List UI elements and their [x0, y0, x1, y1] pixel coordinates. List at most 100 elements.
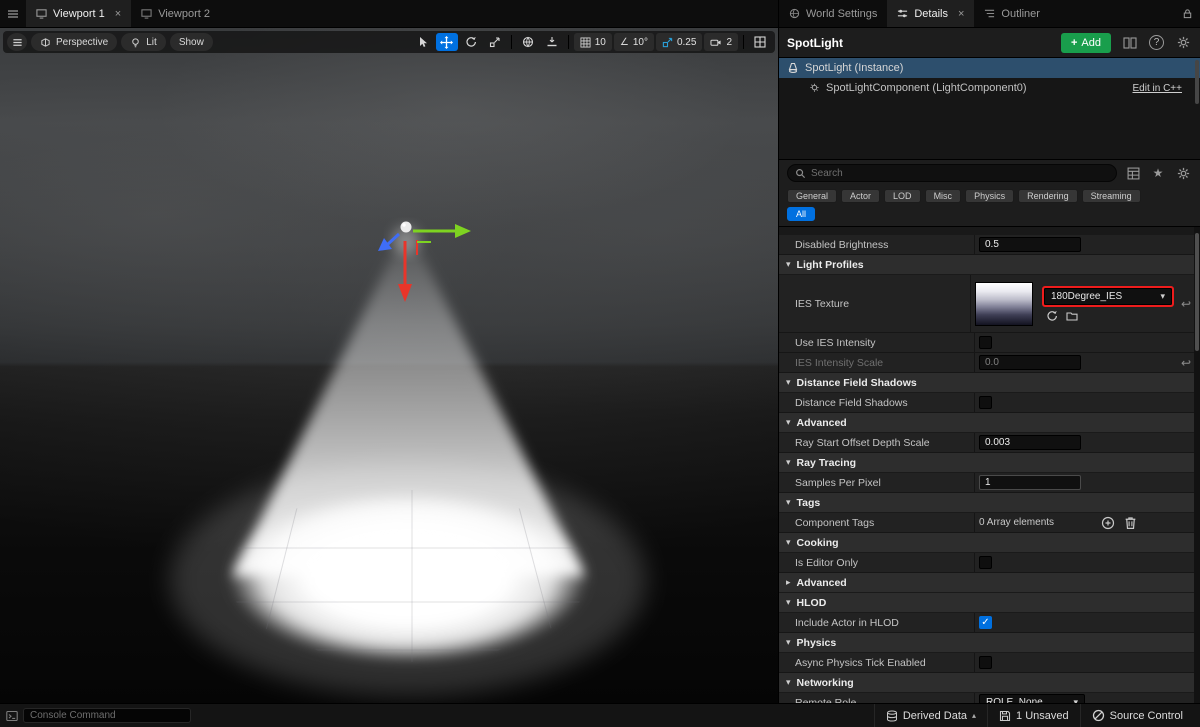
- surface-snap-button[interactable]: [541, 33, 563, 51]
- add-element-icon[interactable]: [1101, 516, 1115, 530]
- details-tabbar: World Settings Details × Outliner: [779, 0, 1200, 28]
- is-editor-only-checkbox[interactable]: ✓: [979, 556, 992, 569]
- filter-chip-rendering[interactable]: Rendering: [1018, 189, 1078, 203]
- unsaved-status[interactable]: 1 Unsaved: [987, 704, 1080, 727]
- camera-speed-value: 2: [726, 36, 732, 48]
- remote-role-dropdown[interactable]: ROLE_None ▾: [979, 694, 1085, 703]
- list-icon: [985, 9, 995, 18]
- section-advanced-shadows[interactable]: ▾ Advanced: [779, 413, 1200, 433]
- view-settings-gear-icon[interactable]: [1174, 164, 1192, 182]
- section-ray-tracing[interactable]: ▾ Ray Tracing: [779, 453, 1200, 473]
- disabled-brightness-input[interactable]: 0.5: [979, 237, 1081, 252]
- component-row-spotlight-instance[interactable]: SpotLight (Instance): [779, 58, 1200, 78]
- perspective-button[interactable]: Perspective: [31, 33, 118, 51]
- lit-button[interactable]: Lit: [121, 33, 166, 51]
- section-cooking[interactable]: ▾ Cooking: [779, 533, 1200, 553]
- grid-snap-control[interactable]: 10: [573, 33, 612, 51]
- lock-icon[interactable]: [1174, 0, 1200, 27]
- show-button[interactable]: Show: [169, 33, 213, 51]
- viewport-3d-scene[interactable]: Perspective Lit Show 10 ∠ 10° 0.25 2: [0, 28, 778, 703]
- ies-texture-dropdown[interactable]: 180Degree_IES ▾: [1044, 287, 1172, 305]
- maximize-viewport-button[interactable]: [749, 33, 771, 51]
- derived-data-status[interactable]: Derived Data ▴: [873, 704, 987, 727]
- viewport-menu-button[interactable]: [7, 33, 27, 51]
- lightbulb-icon: [132, 37, 140, 47]
- search-input[interactable]: [811, 167, 1109, 179]
- section-networking[interactable]: ▾ Networking: [779, 673, 1200, 693]
- rotation-snap-control[interactable]: ∠ 10°: [613, 33, 654, 51]
- help-icon[interactable]: ?: [1149, 35, 1164, 50]
- globe-icon: [522, 36, 533, 48]
- panel-layout-icon[interactable]: [1121, 34, 1139, 52]
- component-row-spotlight-component[interactable]: SpotLightComponent (LightComponent0) Edi…: [779, 78, 1200, 98]
- edit-in-cpp-link[interactable]: Edit in C++: [1133, 83, 1182, 94]
- reset-to-default-icon[interactable]: ↩: [1181, 356, 1191, 370]
- gizmo-z-axis[interactable]: [378, 238, 392, 251]
- tab-outliner[interactable]: Outliner: [974, 0, 1050, 27]
- scale-tool-button[interactable]: [484, 33, 506, 51]
- ies-texture-thumbnail[interactable]: [975, 281, 1033, 326]
- add-component-button[interactable]: + Add: [1060, 32, 1111, 53]
- include-actor-in-hlod-checkbox[interactable]: ✓: [979, 616, 992, 629]
- viewport-toolbar: Perspective Lit Show 10 ∠ 10° 0.25 2: [3, 31, 775, 53]
- section-tags[interactable]: ▾ Tags: [779, 493, 1200, 513]
- filter-chip-actor[interactable]: Actor: [841, 189, 881, 203]
- viewport-panel: Viewport 1 × Viewport 2 Perspective Lit …: [0, 0, 778, 703]
- hamburger-icon: [12, 38, 22, 46]
- move-tool-button[interactable]: [435, 33, 458, 51]
- property-label: Is Editor Only: [795, 556, 859, 569]
- section-advanced-cooking-collapsed[interactable]: ▸ Advanced: [779, 573, 1200, 593]
- chevron-down-icon: ▾: [786, 457, 791, 467]
- section-distance-field-shadows[interactable]: ▾ Distance Field Shadows: [779, 373, 1200, 393]
- display-options-icon[interactable]: [1124, 164, 1142, 182]
- filter-chip-streaming[interactable]: Streaming: [1081, 189, 1141, 203]
- close-icon[interactable]: ×: [958, 8, 964, 20]
- section-label: Ray Tracing: [796, 456, 857, 469]
- async-physics-tick-checkbox[interactable]: ✓: [979, 656, 992, 669]
- filter-chip-misc[interactable]: Misc: [924, 189, 962, 203]
- filter-chip-general[interactable]: General: [787, 189, 838, 203]
- source-control-status[interactable]: Source Control: [1079, 704, 1194, 727]
- gizmo-y-axis[interactable]: [455, 224, 471, 238]
- search-box[interactable]: [787, 164, 1117, 182]
- ray-start-offset-input[interactable]: 0.003: [979, 435, 1081, 450]
- section-physics[interactable]: ▾ Physics: [779, 633, 1200, 653]
- world-space-button[interactable]: [517, 33, 539, 51]
- tab-world-settings[interactable]: World Settings: [779, 0, 887, 27]
- component-tree-scrollbar[interactable]: [1195, 60, 1199, 104]
- details-scrollbar[interactable]: [1194, 227, 1200, 703]
- perspective-icon: [41, 37, 50, 47]
- section-label: Physics: [796, 636, 837, 649]
- ies-intensity-scale-input[interactable]: 0.0: [979, 355, 1081, 370]
- settings-gear-icon[interactable]: [1174, 34, 1192, 52]
- tab-viewport-2[interactable]: Viewport 2: [131, 0, 220, 27]
- distance-field-shadows-checkbox[interactable]: ✓: [979, 396, 992, 409]
- section-hlod[interactable]: ▾ HLOD: [779, 593, 1200, 613]
- property-label: IES Texture: [795, 297, 850, 310]
- select-tool-button[interactable]: [412, 33, 434, 51]
- section-label: Tags: [796, 496, 821, 509]
- close-icon[interactable]: ×: [115, 8, 121, 20]
- samples-per-pixel-input[interactable]: 1: [979, 475, 1081, 490]
- browse-to-asset-icon[interactable]: [1066, 310, 1078, 322]
- details-header-actions: + Add ?: [1060, 32, 1192, 53]
- property-row-remote-role: Remote Role ROLE_None ▾: [779, 693, 1200, 703]
- filter-chip-lod[interactable]: LOD: [884, 189, 921, 203]
- favorites-star-icon[interactable]: ★: [1149, 164, 1167, 182]
- tab-options-icon[interactable]: [0, 0, 26, 27]
- use-selected-asset-icon[interactable]: [1046, 310, 1058, 322]
- tab-details[interactable]: Details ×: [887, 0, 975, 27]
- section-light-profiles[interactable]: ▾ Light Profiles: [779, 255, 1200, 275]
- tab-viewport-1[interactable]: Viewport 1 ×: [26, 0, 132, 27]
- scale-snap-control[interactable]: 0.25: [655, 33, 703, 51]
- console-command-input[interactable]: [23, 708, 191, 723]
- use-ies-intensity-checkbox[interactable]: ✓: [979, 336, 992, 349]
- filter-chip-all[interactable]: All: [787, 207, 816, 221]
- trash-icon[interactable]: [1124, 516, 1137, 530]
- camera-speed-control[interactable]: 2: [704, 33, 738, 51]
- scrollbar-thumb[interactable]: [1195, 233, 1199, 351]
- sphere-highlight: [402, 223, 406, 227]
- reset-to-default-icon[interactable]: ↩: [1181, 297, 1191, 311]
- rotate-tool-button[interactable]: [460, 33, 482, 51]
- filter-chip-physics[interactable]: Physics: [965, 189, 1015, 203]
